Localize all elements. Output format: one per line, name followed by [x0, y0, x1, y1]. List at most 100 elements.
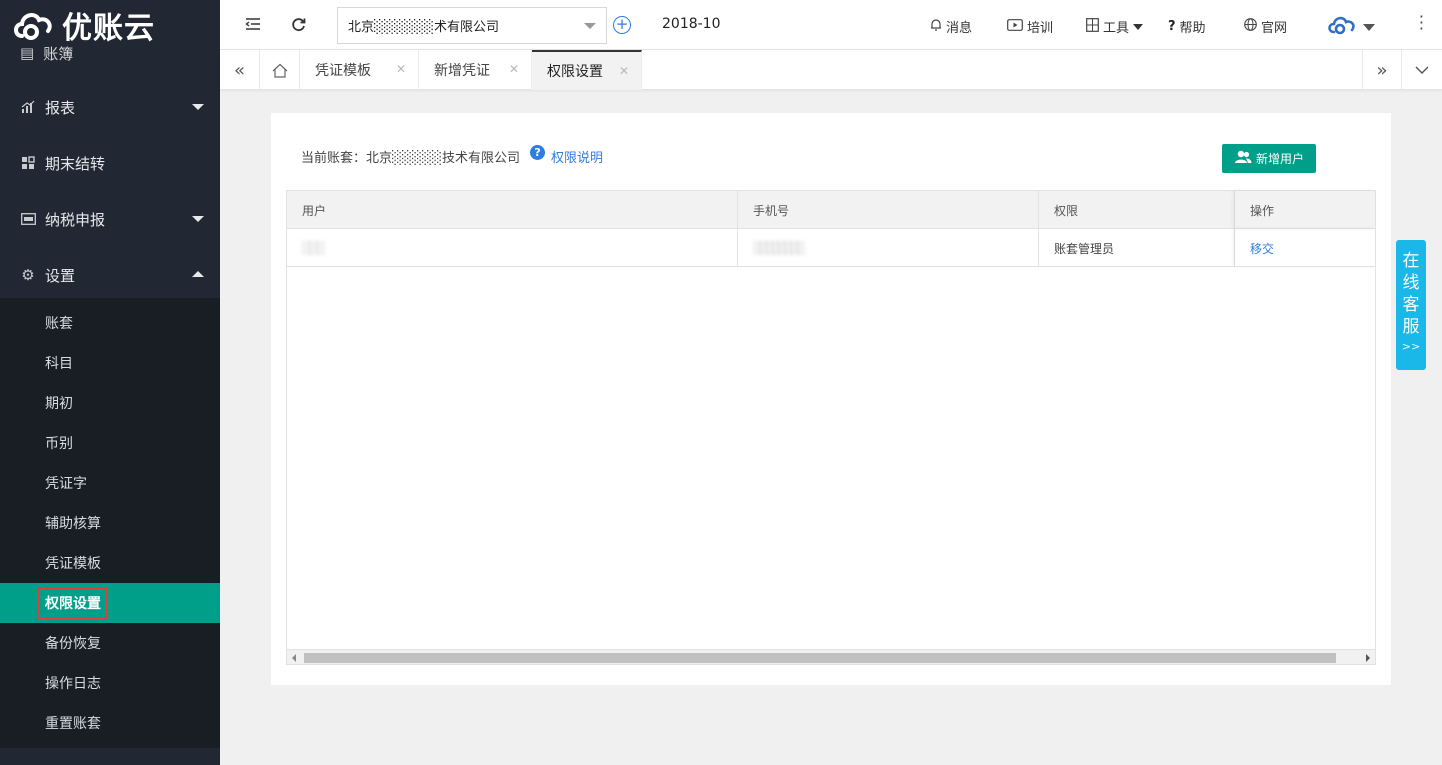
sidebar-item-voucher-template[interactable]: 凭证模板 — [0, 543, 220, 583]
sidebar-item-period-end[interactable]: 期末结转 — [0, 135, 220, 191]
sidebar-item-voucher-word[interactable]: 凭证字 — [0, 463, 220, 503]
tools-label: 工具 — [1103, 21, 1130, 36]
sidebar-item-label: 操作日志 — [45, 676, 101, 692]
globe-icon — [1244, 18, 1257, 35]
sidebar-item-account-set[interactable]: 账套 — [0, 303, 220, 343]
tab-permissions[interactable]: 权限设置 ✕ — [532, 50, 642, 90]
permission-help-link[interactable]: 权限说明 — [551, 147, 603, 166]
tax-icon — [20, 211, 36, 227]
sidebar-item-backup[interactable]: 备份恢复 — [0, 623, 220, 663]
menu-collapse-icon[interactable] — [245, 17, 261, 33]
sidebar-item-aux-accounting[interactable]: 辅助核算 — [0, 503, 220, 543]
tabs-scroll-right-icon[interactable]: » — [1362, 50, 1402, 90]
company-select-value: 北京░░░░░░术有限公司 — [348, 20, 499, 35]
close-icon[interactable]: ✕ — [396, 62, 406, 76]
chevron-down-icon — [192, 104, 204, 110]
training-link[interactable]: 培训 — [1007, 17, 1053, 36]
help-label: 帮助 — [1179, 21, 1206, 36]
sidebar-item-label: 期初 — [45, 396, 73, 412]
cell-user: ░░░ — [287, 229, 738, 267]
sidebar-item-label: 重置账套 — [45, 716, 101, 732]
tabs-scroll-left-icon[interactable]: « — [220, 50, 260, 90]
scroll-left-arrow-icon[interactable] — [292, 654, 296, 662]
settings-submenu: 账套 科目 期初 币别 凭证字 辅助核算 凭证模板 权限设置 备份恢复 操作日志… — [0, 298, 220, 748]
scroll-right-arrow-icon[interactable] — [1366, 654, 1370, 662]
official-site-link[interactable]: 官网 — [1244, 17, 1287, 36]
messages-link[interactable]: 消息 — [930, 17, 972, 36]
sidebar-item-label: 报表 — [45, 98, 76, 117]
expand-arrow-icon: >> — [1401, 340, 1421, 353]
cloud-avatar-icon — [1327, 13, 1357, 41]
column-header-action: 操作 — [1235, 191, 1375, 229]
tab-label: 权限设置 — [547, 64, 603, 80]
tab-voucher-template[interactable]: 凭证模板 ✕ — [300, 50, 419, 90]
sidebar-item-label: 凭证模板 — [45, 556, 101, 572]
training-label: 培训 — [1027, 21, 1054, 36]
official-site-label: 官网 — [1261, 21, 1288, 36]
chevron-down-icon — [192, 216, 204, 222]
sidebar-item-opening[interactable]: 期初 — [0, 383, 220, 423]
tab-label: 新增凭证 — [434, 63, 490, 79]
service-char: 线 — [1402, 273, 1420, 293]
current-account-name: 北京░░░░░技术有限公司 — [366, 151, 521, 166]
tabs-menu-chevron-icon[interactable] — [1402, 50, 1442, 90]
sidebar-item-subjects[interactable]: 科目 — [0, 343, 220, 383]
help-question-icon[interactable]: ? — [530, 145, 546, 160]
tab-label: 凭证模板 — [315, 63, 371, 79]
service-char: 服 — [1402, 317, 1420, 337]
logo-text: 优账云 — [62, 11, 155, 46]
users-icon — [1234, 150, 1252, 168]
add-user-button[interactable]: 新增用户 — [1222, 144, 1316, 173]
app-logo: 优账云 — [0, 0, 220, 50]
column-header-permission: 权限 — [1039, 191, 1235, 229]
column-header-phone: 手机号 — [738, 191, 1039, 229]
sidebar-item-label: 纳税申报 — [45, 210, 106, 229]
transfer-link[interactable]: 移交 — [1235, 229, 1375, 267]
current-account: 当前账套： 北京░░░░░技术有限公司 ? 权限说明 — [301, 145, 603, 166]
user-menu[interactable] — [1327, 13, 1375, 41]
add-user-label: 新增用户 — [1255, 152, 1304, 166]
column-header-user: 用户 — [287, 191, 738, 229]
sidebar-item-permissions[interactable]: 权限设置 — [0, 583, 220, 623]
cloud-logo-icon — [14, 13, 52, 40]
add-company-icon[interactable]: + — [613, 16, 631, 34]
tools-link[interactable]: 工具 — [1086, 17, 1144, 36]
more-icon[interactable]: · · · — [1419, 9, 1424, 37]
sidebar-item-label: 凭证字 — [45, 476, 87, 492]
service-char: 在 — [1402, 251, 1420, 271]
messages-label: 消息 — [946, 21, 973, 36]
sidebar-item-settings[interactable]: ⚙ 设置 — [0, 247, 220, 303]
chevron-up-icon — [192, 271, 204, 277]
chevron-down-icon — [1133, 23, 1144, 30]
refresh-icon[interactable] — [290, 17, 306, 33]
horizontal-scrollbar[interactable] — [287, 649, 1375, 664]
home-tab-icon[interactable] — [260, 50, 300, 90]
gear-icon: ⚙ — [21, 266, 35, 284]
video-icon — [1007, 18, 1023, 35]
sidebar-item-reset[interactable]: 重置账套 — [0, 703, 220, 743]
calculator-icon — [1086, 17, 1099, 36]
tab-new-voucher[interactable]: 新增凭证 ✕ — [419, 50, 532, 90]
permissions-panel: 当前账套： 北京░░░░░技术有限公司 ? 权限说明 新增用户 用户 手机号 权… — [271, 113, 1391, 685]
company-select[interactable]: 北京░░░░░░术有限公司 — [337, 7, 607, 44]
accounting-period[interactable]: 2018-10 — [662, 16, 721, 32]
tabs-bar: « 凭证模板 ✕ 新增凭证 ✕ 权限设置 ✕ » — [220, 50, 1442, 90]
sidebar-item-operation-log[interactable]: 操作日志 — [0, 663, 220, 703]
current-account-label: 当前账套： — [301, 151, 367, 166]
sidebar-item-label: 期末结转 — [45, 154, 106, 173]
cell-permission: 账套管理员 — [1039, 229, 1235, 267]
close-icon[interactable]: ✕ — [509, 62, 519, 76]
sidebar: ▤ 账簿 优账云 报表 期末结转 纳税申报 ⚙ 设置 账套 科目 期初 币别 凭… — [0, 0, 220, 765]
online-service-button[interactable]: 在 线 客 服 >> — [1396, 240, 1426, 370]
sidebar-item-tax[interactable]: 纳税申报 — [0, 191, 220, 247]
sidebar-item-reports[interactable]: 报表 — [0, 79, 220, 135]
table-header: 用户 手机号 权限 操作 — [287, 191, 1375, 229]
sidebar-item-currency[interactable]: 币别 — [0, 423, 220, 463]
help-link[interactable]: ? 帮助 — [1168, 17, 1206, 36]
service-char: 客 — [1402, 295, 1420, 315]
sidebar-item-label: 权限设置 — [38, 587, 108, 619]
close-icon[interactable]: ✕ — [619, 64, 629, 78]
scrollbar-thumb[interactable] — [304, 653, 1336, 663]
sidebar-item-label: 账套 — [45, 316, 73, 332]
grid-icon — [20, 155, 36, 171]
